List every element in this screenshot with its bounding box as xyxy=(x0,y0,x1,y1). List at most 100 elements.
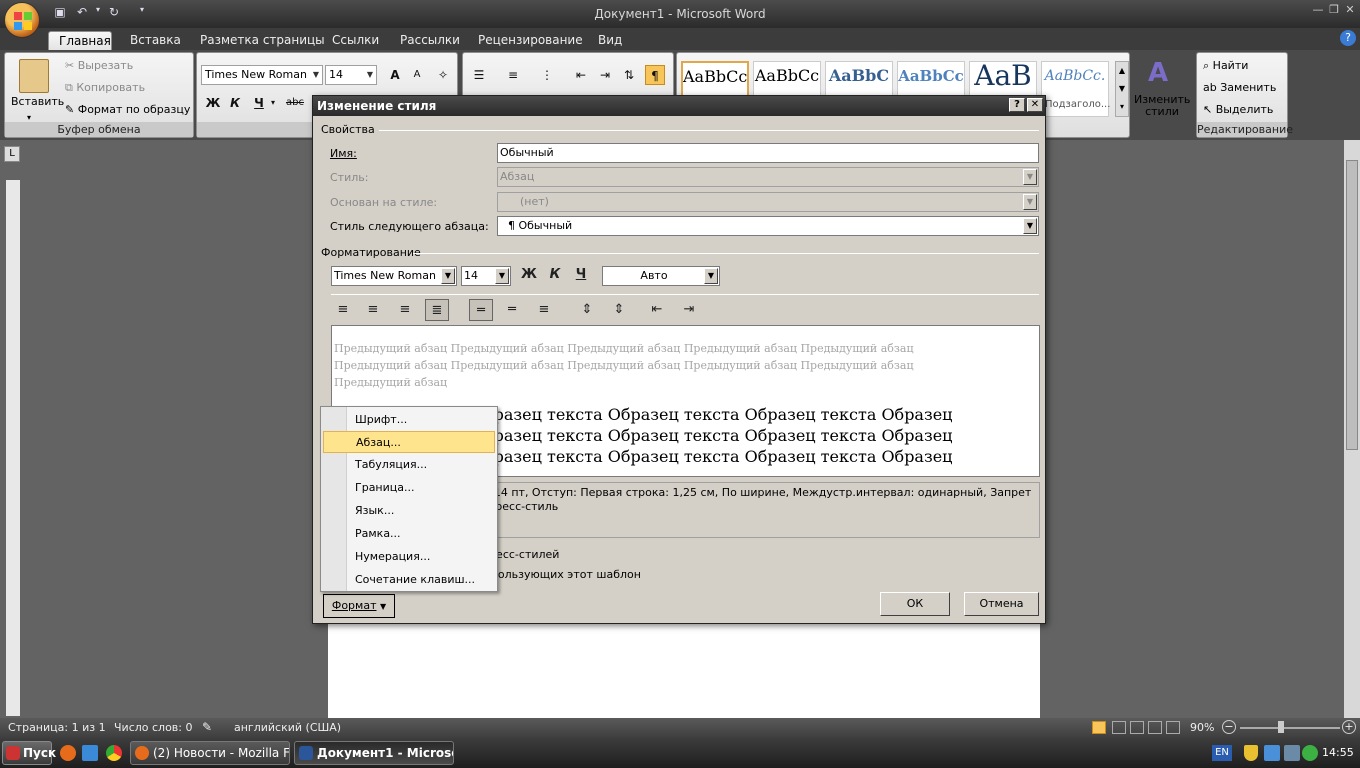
clear-format-icon[interactable]: ✧ xyxy=(433,65,453,85)
web-layout-icon[interactable] xyxy=(1130,721,1144,734)
line-spacing-single-icon[interactable]: ═ xyxy=(469,299,493,321)
help-icon[interactable]: ? xyxy=(1009,98,1025,112)
dialog-size-select[interactable]: 14 ▼ xyxy=(461,266,511,286)
format-button[interactable]: Формат ▼ xyxy=(323,594,395,618)
tray-status-icon[interactable] xyxy=(1302,745,1318,761)
language-indicator[interactable]: EN xyxy=(1212,745,1232,761)
find-button[interactable]: Найти xyxy=(1213,59,1249,72)
cut-button[interactable]: Вырезать xyxy=(78,59,133,72)
sort-icon[interactable]: ⇅ xyxy=(619,65,639,85)
print-layout-icon[interactable] xyxy=(1092,721,1106,734)
next-style-select[interactable]: ¶ Обычный ▼ xyxy=(497,216,1039,236)
menu-item-paragraph[interactable]: Абзац... xyxy=(323,431,495,453)
zoom-slider[interactable] xyxy=(1240,727,1340,729)
undo-icon[interactable]: ↶ xyxy=(74,5,90,21)
menu-item-tabs[interactable]: Табуляция... xyxy=(323,454,495,476)
security-icon[interactable] xyxy=(1244,745,1258,761)
menu-item-language[interactable]: Язык... xyxy=(323,500,495,522)
chevron-down-icon[interactable]: ▼ xyxy=(1023,218,1037,234)
dialog-bold-button[interactable]: Ж xyxy=(517,264,541,286)
font-name-combo[interactable]: Times New Roman ▼ xyxy=(201,65,323,85)
network-icon[interactable] xyxy=(1264,745,1280,761)
menu-item-font[interactable]: Шрифт... xyxy=(323,409,495,431)
name-input[interactable]: Обычный xyxy=(497,143,1039,163)
chrome-quicklaunch-icon[interactable] xyxy=(106,745,122,761)
copy-button[interactable]: Копировать xyxy=(76,81,145,94)
zoom-level[interactable]: 90% xyxy=(1190,721,1214,734)
draft-icon[interactable] xyxy=(1166,721,1180,734)
word-count[interactable]: Число слов: 0 xyxy=(114,721,193,734)
underline-dropdown-icon[interactable]: ▾ xyxy=(263,93,283,113)
space-after-icon[interactable]: ⇕ xyxy=(607,299,631,321)
tab-page-layout[interactable]: Разметка страницы xyxy=(190,31,335,50)
format-painter-button[interactable]: Формат по образцу xyxy=(78,103,191,116)
tab-review[interactable]: Рецензирование xyxy=(468,31,593,50)
taskbar-firefox[interactable]: (2) Новости - Mozilla Fir... xyxy=(130,741,290,765)
decrease-indent-icon[interactable]: ⇤ xyxy=(571,65,591,85)
chevron-down-icon[interactable]: ▼ xyxy=(495,268,509,284)
scrollbar-thumb[interactable] xyxy=(1346,160,1358,450)
chevron-down-icon[interactable]: ▼ xyxy=(441,268,455,284)
close-icon[interactable]: ✕ xyxy=(1027,98,1043,112)
outline-icon[interactable] xyxy=(1148,721,1162,734)
dialog-font-select[interactable]: Times New Roman ▼ xyxy=(331,266,457,286)
replace-button[interactable]: Заменить xyxy=(1220,81,1276,94)
decrease-indent-icon[interactable]: ⇤ xyxy=(645,299,669,321)
shrink-font-icon[interactable]: A xyxy=(407,65,427,85)
page-count[interactable]: Страница: 1 из 1 xyxy=(8,721,106,734)
font-size-combo[interactable]: 14 ▼ xyxy=(325,65,377,85)
redo-icon[interactable]: ↻ xyxy=(106,5,122,21)
align-left-icon[interactable]: ≡ xyxy=(331,299,355,321)
tab-home[interactable]: Главная xyxy=(48,31,112,50)
start-button[interactable]: Пуск xyxy=(2,741,56,765)
vertical-scrollbar[interactable] xyxy=(1344,140,1360,718)
cancel-button[interactable]: Отмена xyxy=(964,592,1039,616)
menu-item-numbering[interactable]: Нумерация... xyxy=(323,546,495,568)
change-styles-button[interactable]: Изменить стили xyxy=(1134,94,1190,118)
tab-selector-icon[interactable]: L xyxy=(4,146,20,162)
grow-font-icon[interactable]: A xyxy=(385,65,405,85)
explorer-quicklaunch-icon[interactable] xyxy=(82,745,98,761)
select-button[interactable]: Выделить xyxy=(1216,103,1274,116)
chevron-down-icon[interactable]: ▼ xyxy=(310,66,322,84)
tab-mailings[interactable]: Рассылки xyxy=(390,31,470,50)
zoom-in-icon[interactable]: + xyxy=(1342,720,1356,734)
ok-button[interactable]: ОК xyxy=(880,592,950,616)
paste-button[interactable]: Вставить xyxy=(11,95,64,108)
numbering-icon[interactable]: ≡ xyxy=(503,65,523,85)
help-icon[interactable]: ? xyxy=(1340,30,1356,46)
increase-indent-icon[interactable]: ⇥ xyxy=(595,65,615,85)
show-marks-icon[interactable]: ¶ xyxy=(645,65,665,85)
line-spacing-double-icon[interactable]: ≡ xyxy=(532,299,556,321)
taskbar-word[interactable]: Документ1 - Microso... xyxy=(294,741,454,765)
tab-view[interactable]: Вид xyxy=(588,31,632,50)
language-status[interactable]: английский (США) xyxy=(234,721,341,734)
line-spacing-1-5-icon[interactable]: ═ xyxy=(500,299,524,321)
save-icon[interactable]: ▣ xyxy=(52,5,68,21)
undo-dropdown-icon[interactable]: ▾ xyxy=(90,5,106,21)
bold-button[interactable]: Ж xyxy=(203,93,223,113)
proofing-icon[interactable]: ✎ xyxy=(202,720,212,734)
tab-insert[interactable]: Вставка xyxy=(120,31,191,50)
align-right-icon[interactable]: ≡ xyxy=(393,299,417,321)
full-screen-reading-icon[interactable] xyxy=(1112,721,1126,734)
zoom-slider-thumb[interactable] xyxy=(1278,721,1284,733)
firefox-quicklaunch-icon[interactable] xyxy=(60,745,76,761)
chevron-down-icon[interactable]: ▼ xyxy=(364,66,376,84)
font-color-select[interactable]: Авто ▼ xyxy=(602,266,720,286)
align-justify-icon[interactable]: ≣ xyxy=(425,299,449,321)
strikethrough-button[interactable]: abc xyxy=(283,93,307,113)
tray-app-icon[interactable] xyxy=(1284,745,1300,761)
increase-indent-icon[interactable]: ⇥ xyxy=(677,299,701,321)
change-styles-icon[interactable]: A xyxy=(1148,58,1168,88)
italic-button[interactable]: К xyxy=(225,93,245,113)
menu-item-border[interactable]: Граница... xyxy=(323,477,495,499)
dialog-italic-button[interactable]: К xyxy=(543,264,567,286)
align-center-icon[interactable]: ≡ xyxy=(361,299,385,321)
dialog-underline-button[interactable]: Ч xyxy=(569,264,593,286)
menu-item-frame[interactable]: Рамка... xyxy=(323,523,495,545)
menu-item-shortcut[interactable]: Сочетание клавиш... xyxy=(323,569,495,591)
office-button[interactable] xyxy=(4,2,40,38)
multilevel-list-icon[interactable]: ⋮ xyxy=(537,65,557,85)
close-icon[interactable]: ✕ xyxy=(1340,3,1360,17)
